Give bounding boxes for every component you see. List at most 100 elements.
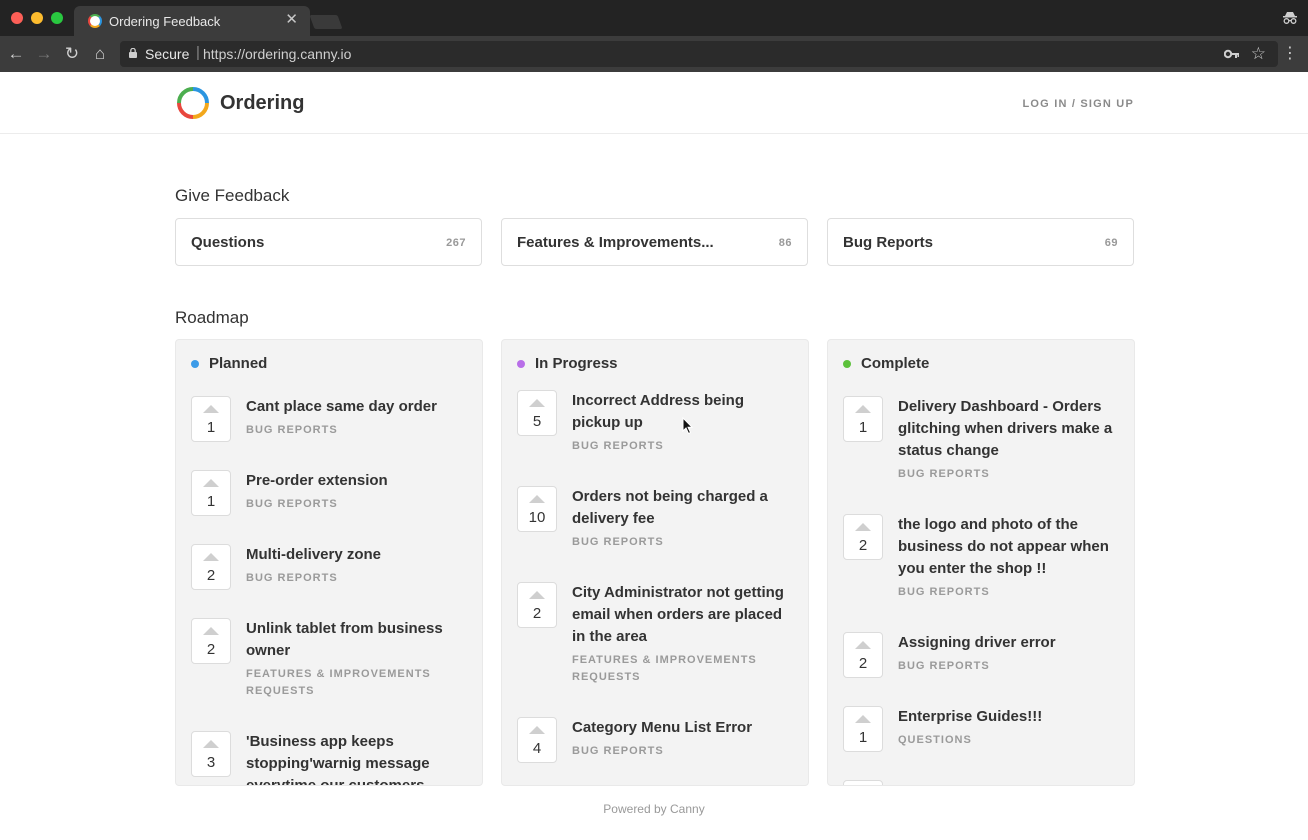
reload-icon[interactable]: ↻ xyxy=(62,44,82,64)
url-text[interactable]: https://ordering.canny.io xyxy=(203,46,351,62)
upvote-button[interactable]: 3 xyxy=(191,731,231,777)
company-name[interactable]: Ordering xyxy=(220,92,304,115)
post-title[interactable]: Orders not being charged a delivery fee xyxy=(572,486,794,530)
upvote-arrow-icon xyxy=(529,399,545,407)
post-title[interactable]: Assigning driver error xyxy=(898,632,1120,654)
upvote-button[interactable]: 2 xyxy=(843,514,883,560)
post-title[interactable]: Cant place same day order xyxy=(246,396,468,418)
home-icon[interactable]: ⌂ xyxy=(90,44,110,64)
upvote-arrow-icon xyxy=(203,627,219,635)
post-title[interactable]: Multi-delivery zone xyxy=(246,544,468,566)
post-title[interactable]: 'Business app keeps stopping'warnig mess… xyxy=(246,731,468,785)
board-card-bug-reports[interactable]: Bug Reports 69 xyxy=(827,218,1134,266)
favicon-icon xyxy=(88,14,102,28)
give-feedback-title: Give Feedback xyxy=(175,186,290,205)
vote-count: 1 xyxy=(858,729,868,746)
vote-count: 3 xyxy=(206,754,216,771)
key-icon[interactable] xyxy=(1224,47,1240,61)
board-post-count: 86 xyxy=(778,237,792,249)
forward-icon[interactable]: → xyxy=(34,44,54,64)
board-name: Questions xyxy=(191,234,265,251)
post-title[interactable]: Delivery Dashboard - Orders glitching wh… xyxy=(898,396,1120,462)
mouse-cursor-icon xyxy=(682,417,694,435)
vote-count: 2 xyxy=(206,641,216,658)
upvote-button[interactable] xyxy=(843,780,883,785)
upvote-button[interactable]: 2 xyxy=(843,632,883,678)
post-title[interactable]: Enterprise Guides!!! xyxy=(898,706,1120,728)
upvote-button[interactable]: 1 xyxy=(191,470,231,516)
upvote-arrow-icon xyxy=(529,495,545,503)
upvote-button[interactable]: 1 xyxy=(843,396,883,442)
upvote-arrow-icon xyxy=(203,740,219,748)
tab-title: Ordering Feedback xyxy=(109,14,221,29)
board-card-features[interactable]: Features & Improvements... 86 xyxy=(501,218,808,266)
status-dot-icon xyxy=(191,360,199,368)
vote-count: 4 xyxy=(532,740,542,757)
upvote-button[interactable]: 1 xyxy=(843,706,883,752)
upvote-arrow-icon xyxy=(855,715,871,723)
new-tab-button[interactable] xyxy=(309,15,343,29)
browser-toolbar: ← → ↻ ⌂ Secure | https://ordering.canny.… xyxy=(0,36,1308,72)
close-window-button[interactable] xyxy=(11,12,23,24)
address-bar[interactable]: Secure | https://ordering.canny.io ☆ xyxy=(120,41,1278,67)
post-title[interactable]: Category Menu List Error xyxy=(572,717,794,739)
upvote-arrow-icon xyxy=(855,641,871,649)
column-title[interactable]: In Progress xyxy=(535,355,618,372)
post-board-label: BUG REPORTS xyxy=(898,468,990,480)
upvote-button[interactable]: 10 xyxy=(517,486,557,532)
company-logo-icon[interactable] xyxy=(176,86,210,120)
vote-count: 5 xyxy=(532,413,542,430)
post-board-label: QUESTIONS xyxy=(898,734,972,746)
browser-tab[interactable]: Ordering Feedback ✕ xyxy=(74,6,310,36)
upvote-arrow-icon xyxy=(203,553,219,561)
post-title[interactable]: Unlink tablet from business owner xyxy=(246,618,468,662)
vote-count: 1 xyxy=(858,419,868,436)
post-board-label: BUG REPORTS xyxy=(246,498,338,510)
minimize-window-button[interactable] xyxy=(31,12,43,24)
post-title[interactable]: City Administrator not getting email whe… xyxy=(572,582,794,648)
post-board-label: BUG REPORTS xyxy=(898,660,990,672)
post-board-label: BUG REPORTS xyxy=(898,586,990,598)
post-board-label: BUG REPORTS xyxy=(572,440,664,452)
board-name: Bug Reports xyxy=(843,234,933,251)
upvote-button[interactable]: 4 xyxy=(517,717,557,763)
url-separator: | xyxy=(196,44,200,61)
roadmap-column-planned: Planned 1 Cant place same day order BUG … xyxy=(175,339,483,786)
upvote-button[interactable]: 2 xyxy=(517,582,557,628)
login-signup-link[interactable]: LOG IN / SIGN UP xyxy=(1023,98,1135,110)
board-post-count: 69 xyxy=(1104,237,1118,249)
roadmap-column-in-progress: In Progress 5 Incorrect Address being pi… xyxy=(501,339,809,786)
vote-count: 10 xyxy=(528,509,546,526)
powered-by-canny-link[interactable]: Powered by Canny xyxy=(0,802,1308,816)
board-card-questions[interactable]: Questions 267 xyxy=(175,218,482,266)
back-icon[interactable]: ← xyxy=(6,44,26,64)
upvote-button[interactable]: 1 xyxy=(191,396,231,442)
browser-menu-icon[interactable]: ⋮ xyxy=(1282,44,1298,64)
vote-count: 2 xyxy=(858,655,868,672)
post-board-label: FEATURES & IMPROVEMENTS REQUESTS xyxy=(246,668,431,697)
upvote-button[interactable]: 2 xyxy=(191,544,231,590)
vote-count: 2 xyxy=(858,537,868,554)
roadmap-column-complete: Complete 1 Delivery Dashboard - Orders g… xyxy=(827,339,1135,786)
lock-icon xyxy=(129,48,137,58)
bookmark-star-icon[interactable]: ☆ xyxy=(1251,44,1266,64)
incognito-icon xyxy=(1283,12,1297,24)
upvote-button[interactable]: 5 xyxy=(517,390,557,436)
vote-count: 2 xyxy=(532,605,542,622)
post-title[interactable]: Pre-order extension xyxy=(246,470,468,492)
column-title[interactable]: Complete xyxy=(861,355,929,372)
post-board-label: BUG REPORTS xyxy=(246,572,338,584)
upvote-button[interactable]: 2 xyxy=(191,618,231,664)
upvote-arrow-icon xyxy=(855,523,871,531)
roadmap-title: Roadmap xyxy=(175,308,249,327)
vote-count: 1 xyxy=(206,493,216,510)
close-tab-icon[interactable]: ✕ xyxy=(285,12,298,28)
status-dot-icon xyxy=(843,360,851,368)
page: Ordering LOG IN / SIGN UP Give Feedback … xyxy=(0,72,1308,840)
board-post-count: 267 xyxy=(446,237,466,249)
vote-count: 1 xyxy=(206,419,216,436)
maximize-window-button[interactable] xyxy=(51,12,63,24)
upvote-arrow-icon xyxy=(203,479,219,487)
column-title[interactable]: Planned xyxy=(209,355,267,372)
post-title[interactable]: the logo and photo of the business do no… xyxy=(898,514,1120,580)
